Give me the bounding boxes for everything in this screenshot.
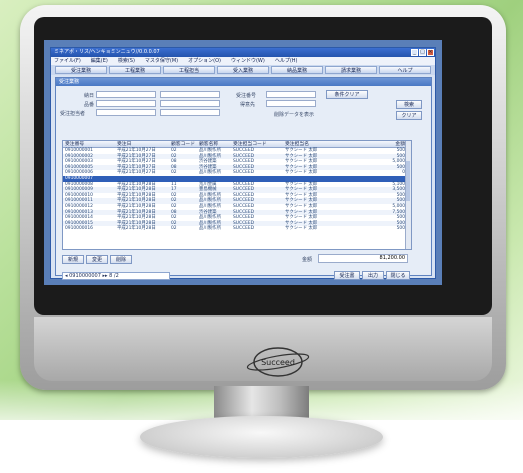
menu-window[interactable]: ウィンドウ(W): [231, 57, 265, 65]
col-customer-name[interactable]: 顧客名称: [199, 141, 233, 147]
cell: SUCCEED: [233, 226, 255, 232]
order-no-field[interactable]: [266, 91, 316, 98]
table-header: 受注番号 受注日 顧客コード 顧客名称 受注担当コード 受注担当名 金額: [63, 141, 411, 148]
table-row[interactable]: 0910000016 平成21年10月28日 02 品川製作所 SUCCEED サクシード…: [63, 226, 411, 232]
close-button[interactable]: 閉じる: [386, 271, 410, 280]
nav-of: /2: [113, 273, 119, 279]
table-scrollbar[interactable]: [405, 141, 411, 249]
item-field[interactable]: [96, 100, 156, 107]
module-tabs: 受注業務 工程業務 工程担当 受入業務 納品業務 請求業務 ヘルプ: [51, 65, 435, 75]
col-order-no[interactable]: 受注番号: [63, 141, 117, 147]
total-amount: 81,200.00: [318, 254, 408, 263]
col-staff-code[interactable]: 受注担当コード: [233, 141, 285, 147]
condition-clear-button[interactable]: 条件クリア: [326, 90, 368, 99]
filter-label-date: 納日: [84, 93, 95, 99]
col-amount[interactable]: 金額: [349, 141, 411, 147]
col-order-date[interactable]: 受注日: [117, 141, 171, 147]
order-subwindow: 受注業務 納日 品番 受注担当者 受注番号 得意先 条件クリア 削除データを表示…: [55, 77, 432, 280]
menu-option[interactable]: オプション(O): [188, 57, 221, 65]
tab-process-staff[interactable]: 工程担当: [163, 66, 215, 74]
cell: 02: [171, 226, 177, 232]
show-deleted-label[interactable]: 削除データを表示: [274, 111, 314, 118]
filter-label-staff: 受注担当者: [60, 111, 86, 117]
staff-to-field[interactable]: [160, 109, 220, 116]
total-label: 金額: [302, 257, 313, 263]
cell: 0910000016: [65, 226, 93, 232]
output-button[interactable]: 出力: [362, 271, 384, 280]
tab-delivery[interactable]: 納品業務: [271, 66, 323, 74]
record-navigator[interactable]: ◂ 0910000007 ▸▸ 8 /2: [62, 272, 170, 280]
maximize-icon[interactable]: □: [419, 49, 426, 56]
issue-order-button[interactable]: 受注書: [334, 271, 360, 280]
delete-button[interactable]: 削除: [110, 255, 132, 264]
table-body: 0910000001 平成21年10月27日 02 品川製作所 SUCCEED サクシード…: [63, 148, 411, 232]
filter-label-customer: 得意先: [240, 102, 256, 108]
date-to-field[interactable]: [160, 91, 220, 98]
scrollbar-thumb[interactable]: [406, 161, 410, 201]
cell: 500: [396, 226, 405, 232]
cell: サクシード 太郎: [285, 226, 318, 232]
menu-help[interactable]: ヘルプ(H): [275, 57, 298, 65]
nav-record: 0910000007: [69, 273, 101, 279]
tab-order[interactable]: 受注業務: [55, 66, 107, 74]
tab-process[interactable]: 工程業務: [109, 66, 161, 74]
cell: 品川製作所: [199, 226, 221, 232]
menu-edit[interactable]: 編集(E): [91, 57, 108, 65]
subwindow-title: 受注業務: [56, 78, 431, 86]
window-controls: _ □ ×: [411, 48, 435, 57]
svg-text:Succeed: Succeed: [261, 358, 295, 367]
cell: 平成21年10月28日: [117, 226, 156, 232]
col-staff-name[interactable]: 受注担当名: [285, 141, 349, 147]
edit-button[interactable]: 変更: [86, 255, 108, 264]
date-field[interactable]: [96, 91, 156, 98]
filter-label-item: 品番: [84, 102, 95, 108]
nav-page: 8: [109, 273, 113, 279]
succeed-logo: Succeed: [246, 347, 310, 377]
monitor-base: [140, 416, 383, 458]
tab-billing[interactable]: 請求業務: [325, 66, 377, 74]
staff-field[interactable]: [96, 109, 156, 116]
app-window: ミネアポ・リス/ヘンキョミンニュウ//0.0.0.07 _ □ × ファイル(F…: [50, 47, 436, 280]
menu-master[interactable]: マスタ保守(M): [145, 57, 178, 65]
customer-field[interactable]: [266, 100, 316, 107]
order-table: 受注番号 受注日 顧客コード 顧客名称 受注担当コード 受注担当名 金額 091…: [62, 140, 412, 250]
menu-search[interactable]: 検索(S): [118, 57, 135, 65]
tab-help[interactable]: ヘルプ: [379, 66, 431, 74]
col-customer-code[interactable]: 顧客コード: [171, 141, 199, 147]
search-button[interactable]: 検索: [396, 100, 422, 109]
minimize-icon[interactable]: _: [411, 49, 418, 56]
window-titlebar: ミネアポ・リス/ヘンキョミンニュウ//0.0.0.07 _ □ ×: [51, 48, 435, 57]
new-button[interactable]: 新規: [62, 255, 84, 264]
item-to-field[interactable]: [160, 100, 220, 107]
clear-button[interactable]: クリア: [396, 111, 422, 120]
window-title: ミネアポ・リス/ヘンキョミンニュウ//0.0.0.07: [54, 49, 160, 55]
tab-receiving[interactable]: 受入業務: [217, 66, 269, 74]
menu-bar: ファイル(F) 編集(E) 検索(S) マスタ保守(M) オプション(O) ウィ…: [51, 57, 435, 65]
close-icon[interactable]: ×: [427, 49, 434, 56]
menu-file[interactable]: ファイル(F): [54, 57, 81, 65]
filter-label-order-no: 受注番号: [236, 93, 257, 99]
